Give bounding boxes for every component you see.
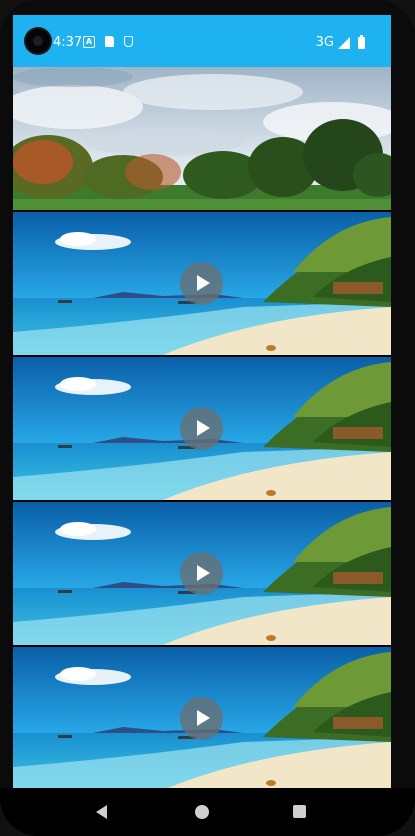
signal-icon [338, 37, 350, 49]
play-button[interactable] [180, 407, 223, 450]
system-status: 3G [316, 35, 365, 51]
landscape-image [13, 67, 391, 210]
font-a-icon: A [83, 36, 95, 48]
play-icon [197, 420, 210, 436]
header-image[interactable] [13, 67, 391, 210]
network-type: 3G [315, 35, 334, 50]
recents-icon[interactable] [293, 805, 306, 818]
status-time: 4:37 [53, 35, 83, 50]
play-icon [197, 565, 210, 581]
battery-icon [358, 35, 365, 49]
media-feed[interactable] [13, 67, 391, 788]
back-icon[interactable] [96, 805, 107, 819]
usb-icon [124, 36, 133, 47]
sd-card-icon [105, 36, 114, 47]
play-button[interactable] [180, 262, 223, 305]
video-tile[interactable] [13, 647, 391, 788]
status-bar: 4:37 A 3G [13, 15, 391, 67]
notification-icons: A [83, 36, 133, 48]
screen: 4:37 A 3G [13, 15, 391, 788]
video-tile[interactable] [13, 502, 391, 645]
play-button[interactable] [180, 552, 223, 595]
navigation-bar [0, 788, 415, 836]
play-icon [197, 710, 210, 726]
play-icon [197, 275, 210, 291]
device-frame: 4:37 A 3G [0, 0, 415, 836]
video-tile[interactable] [13, 212, 391, 355]
front-camera [26, 29, 50, 53]
home-icon[interactable] [195, 805, 209, 819]
video-tile[interactable] [13, 357, 391, 500]
play-button[interactable] [180, 697, 223, 740]
